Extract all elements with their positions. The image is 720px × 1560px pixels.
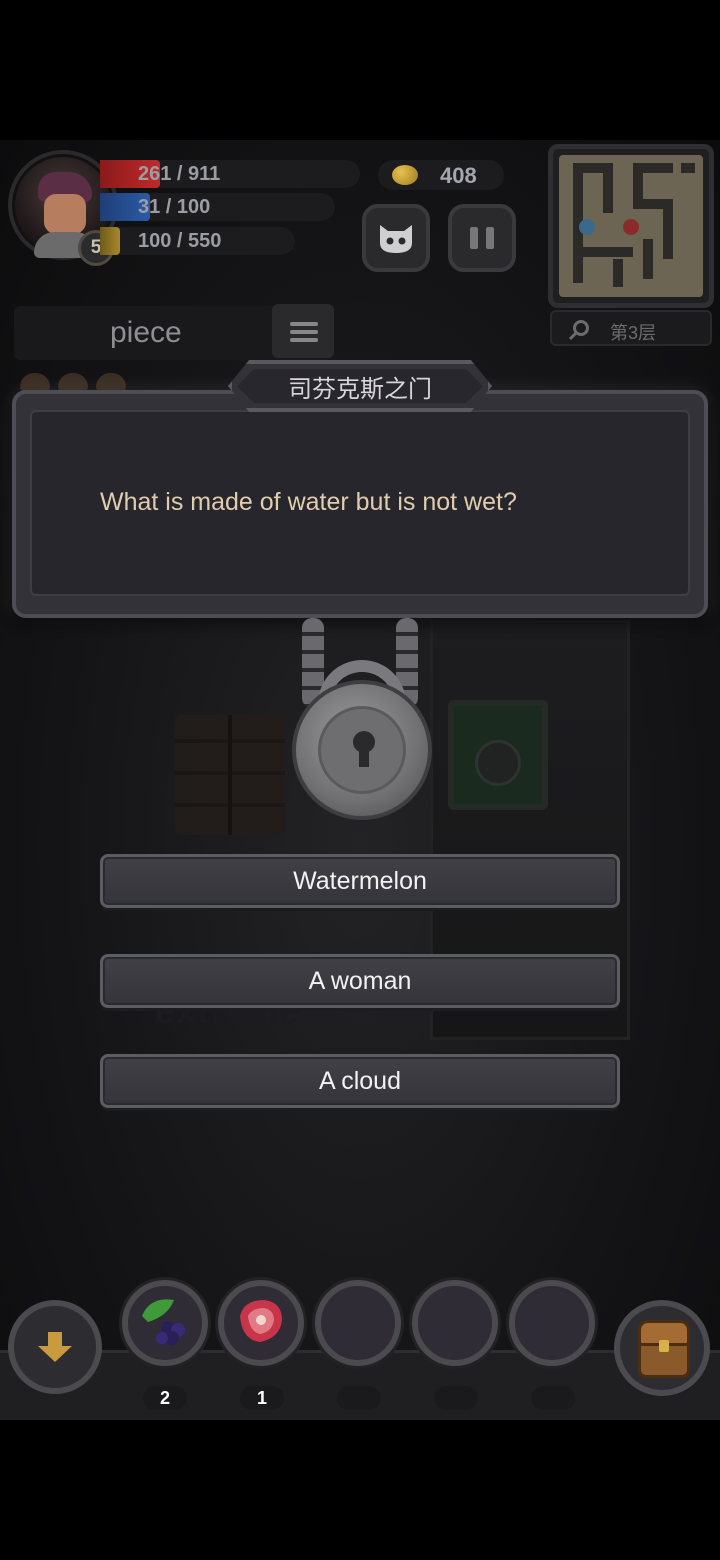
game-scene: extreme 5 261 / 911 31 / 100 100 / 550 4… [0,140,720,1420]
answer-label: A woman [308,966,412,995]
menu-button[interactable] [272,304,334,358]
slot-3-count [337,1386,381,1410]
search-icon [568,320,589,341]
answer-button-1[interactable]: Watermelon [100,854,620,908]
padlock-icon [292,680,432,820]
mp-value: 31 / 100 [138,196,211,218]
answer-label: Watermelon [293,866,427,895]
inventory-slot-2[interactable] [218,1280,304,1366]
dialog-title-plate: 司芬克斯之门 [228,360,492,412]
rune-icon [58,373,88,391]
dialog-title: 司芬克斯之门 [288,375,432,403]
inventory-slot-5[interactable] [509,1280,595,1366]
pet-face-icon [380,225,412,253]
hp-value: 261 / 911 [138,163,221,185]
search-text: piece [110,316,182,349]
inventory-slot-3[interactable] [315,1280,401,1366]
minimap[interactable] [548,144,714,308]
arrow-down-icon [38,1332,72,1362]
mp-bar: 31 / 100 [100,193,335,221]
hp-bar: 261 / 911 [100,160,360,188]
minimap-player-marker [579,219,595,235]
slot-4-count [434,1386,478,1410]
keyhole-slot [359,749,369,767]
avatar-face [44,194,86,234]
background-crate-divider [228,715,232,835]
minimap-enemy-marker [623,219,639,235]
gold-value: 408 [440,163,477,188]
slot-5-count [531,1386,575,1410]
menu-icon-line [290,330,318,334]
pause-button[interactable] [448,204,516,272]
minimap-wall [603,163,613,213]
pet-button[interactable] [362,204,430,272]
pause-icon [470,227,494,249]
minimap-wall [573,247,633,257]
backpack-buckle [659,1340,669,1352]
meat-icon [240,1300,282,1342]
blackberry-icon [142,1299,185,1345]
menu-icon-line [290,338,318,342]
backpack-button[interactable] [614,1300,710,1396]
minimap-wall [681,163,695,173]
slot-2-count: 1 [240,1386,284,1410]
xp-value: 100 / 550 [138,230,222,252]
floor-indicator[interactable]: 第3层 [550,310,712,346]
xp-bar: 100 / 550 [100,227,295,255]
riddle-question: What is made of water but is not wet? [100,488,517,516]
inventory-slot-1[interactable] [122,1280,208,1366]
answer-button-2[interactable]: A woman [100,954,620,1008]
descend-button[interactable] [8,1300,102,1394]
gold-counter: 408 [378,160,504,190]
inventory-slot-4[interactable] [412,1280,498,1366]
minimap-wall [613,259,623,287]
floor-label: 第3层 [610,323,657,343]
hud: 5 261 / 911 31 / 100 100 / 550 408 第3层 p… [0,140,720,391]
padlock-face [318,706,406,794]
answer-button-3[interactable]: A cloud [100,1054,620,1108]
minimap-wall [643,239,653,279]
answer-label: A cloud [318,1066,401,1095]
background-keyhole [475,740,521,786]
menu-icon-line [290,322,318,326]
minimap-wall [663,199,673,259]
xp-bar-fill [100,227,120,255]
slot-1-count: 2 [143,1386,187,1410]
rune-icon [96,373,126,391]
dialog-title-plate-inner: 司芬克斯之门 [237,369,483,403]
gold-coin-icon [392,165,418,185]
rune-icon [20,373,50,391]
